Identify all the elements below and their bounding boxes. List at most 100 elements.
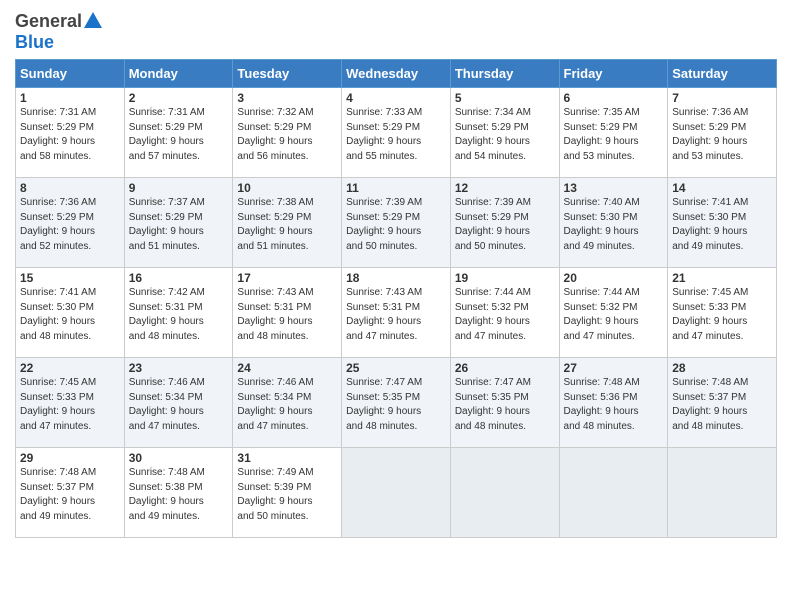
day-number: 1 [20, 91, 120, 105]
day-info: Sunrise: 7:41 AMSunset: 5:30 PMDaylight:… [20, 286, 120, 344]
day-info: Sunrise: 7:42 AMSunset: 5:31 PMDaylight:… [129, 286, 229, 344]
calendar-cell: 26Sunrise: 7:47 AMSunset: 5:35 PMDayligh… [450, 358, 559, 448]
day-info: Sunrise: 7:31 AMSunset: 5:29 PMDaylight:… [129, 106, 229, 164]
calendar-table: SundayMondayTuesdayWednesdayThursdayFrid… [15, 59, 777, 538]
calendar-body: 1Sunrise: 7:31 AMSunset: 5:29 PMDaylight… [16, 88, 777, 538]
calendar-cell: 6Sunrise: 7:35 AMSunset: 5:29 PMDaylight… [559, 88, 668, 178]
calendar-cell: 16Sunrise: 7:42 AMSunset: 5:31 PMDayligh… [124, 268, 233, 358]
day-number: 4 [346, 91, 446, 105]
day-info: Sunrise: 7:43 AMSunset: 5:31 PMDaylight:… [346, 286, 446, 344]
day-info: Sunrise: 7:35 AMSunset: 5:29 PMDaylight:… [564, 106, 664, 164]
day-info: Sunrise: 7:45 AMSunset: 5:33 PMDaylight:… [672, 286, 772, 344]
day-number: 29 [20, 451, 120, 465]
calendar-cell [450, 448, 559, 538]
header: General Blue [15, 10, 777, 53]
day-info: Sunrise: 7:33 AMSunset: 5:29 PMDaylight:… [346, 106, 446, 164]
day-info: Sunrise: 7:36 AMSunset: 5:29 PMDaylight:… [672, 106, 772, 164]
day-number: 14 [672, 181, 772, 195]
calendar-cell [342, 448, 451, 538]
day-info: Sunrise: 7:34 AMSunset: 5:29 PMDaylight:… [455, 106, 555, 164]
calendar-cell: 8Sunrise: 7:36 AMSunset: 5:29 PMDaylight… [16, 178, 125, 268]
day-info: Sunrise: 7:48 AMSunset: 5:36 PMDaylight:… [564, 376, 664, 434]
day-info: Sunrise: 7:47 AMSunset: 5:35 PMDaylight:… [455, 376, 555, 434]
day-number: 8 [20, 181, 120, 195]
day-number: 15 [20, 271, 120, 285]
calendar-cell [668, 448, 777, 538]
weekday-header-row: SundayMondayTuesdayWednesdayThursdayFrid… [16, 60, 777, 88]
calendar-cell: 28Sunrise: 7:48 AMSunset: 5:37 PMDayligh… [668, 358, 777, 448]
day-info: Sunrise: 7:46 AMSunset: 5:34 PMDaylight:… [237, 376, 337, 434]
day-info: Sunrise: 7:47 AMSunset: 5:35 PMDaylight:… [346, 376, 446, 434]
calendar-cell: 25Sunrise: 7:47 AMSunset: 5:35 PMDayligh… [342, 358, 451, 448]
day-info: Sunrise: 7:40 AMSunset: 5:30 PMDaylight:… [564, 196, 664, 254]
calendar-cell: 4Sunrise: 7:33 AMSunset: 5:29 PMDaylight… [342, 88, 451, 178]
calendar-week-1: 1Sunrise: 7:31 AMSunset: 5:29 PMDaylight… [16, 88, 777, 178]
calendar-cell: 12Sunrise: 7:39 AMSunset: 5:29 PMDayligh… [450, 178, 559, 268]
day-number: 6 [564, 91, 664, 105]
day-number: 19 [455, 271, 555, 285]
day-number: 18 [346, 271, 446, 285]
logo-arrow-icon [82, 10, 104, 32]
calendar-cell: 3Sunrise: 7:32 AMSunset: 5:29 PMDaylight… [233, 88, 342, 178]
day-number: 5 [455, 91, 555, 105]
weekday-header-saturday: Saturday [668, 60, 777, 88]
day-number: 7 [672, 91, 772, 105]
calendar-cell: 29Sunrise: 7:48 AMSunset: 5:37 PMDayligh… [16, 448, 125, 538]
day-number: 30 [129, 451, 229, 465]
calendar-cell: 14Sunrise: 7:41 AMSunset: 5:30 PMDayligh… [668, 178, 777, 268]
weekday-header-sunday: Sunday [16, 60, 125, 88]
calendar-week-2: 8Sunrise: 7:36 AMSunset: 5:29 PMDaylight… [16, 178, 777, 268]
page: General Blue SundayMondayTuesdayWednesda… [0, 0, 792, 612]
day-info: Sunrise: 7:43 AMSunset: 5:31 PMDaylight:… [237, 286, 337, 344]
day-info: Sunrise: 7:39 AMSunset: 5:29 PMDaylight:… [346, 196, 446, 254]
weekday-header-thursday: Thursday [450, 60, 559, 88]
day-info: Sunrise: 7:46 AMSunset: 5:34 PMDaylight:… [129, 376, 229, 434]
calendar-cell: 24Sunrise: 7:46 AMSunset: 5:34 PMDayligh… [233, 358, 342, 448]
logo: General Blue [15, 10, 104, 53]
calendar-week-4: 22Sunrise: 7:45 AMSunset: 5:33 PMDayligh… [16, 358, 777, 448]
day-info: Sunrise: 7:37 AMSunset: 5:29 PMDaylight:… [129, 196, 229, 254]
weekday-header-wednesday: Wednesday [342, 60, 451, 88]
day-info: Sunrise: 7:48 AMSunset: 5:37 PMDaylight:… [672, 376, 772, 434]
day-info: Sunrise: 7:49 AMSunset: 5:39 PMDaylight:… [237, 466, 337, 524]
calendar-week-5: 29Sunrise: 7:48 AMSunset: 5:37 PMDayligh… [16, 448, 777, 538]
calendar-cell: 18Sunrise: 7:43 AMSunset: 5:31 PMDayligh… [342, 268, 451, 358]
day-number: 21 [672, 271, 772, 285]
calendar-cell: 17Sunrise: 7:43 AMSunset: 5:31 PMDayligh… [233, 268, 342, 358]
calendar-cell: 13Sunrise: 7:40 AMSunset: 5:30 PMDayligh… [559, 178, 668, 268]
calendar-cell [559, 448, 668, 538]
calendar-week-3: 15Sunrise: 7:41 AMSunset: 5:30 PMDayligh… [16, 268, 777, 358]
day-info: Sunrise: 7:44 AMSunset: 5:32 PMDaylight:… [564, 286, 664, 344]
day-number: 2 [129, 91, 229, 105]
day-number: 16 [129, 271, 229, 285]
day-number: 23 [129, 361, 229, 375]
day-number: 3 [237, 91, 337, 105]
day-number: 22 [20, 361, 120, 375]
calendar-cell: 21Sunrise: 7:45 AMSunset: 5:33 PMDayligh… [668, 268, 777, 358]
day-info: Sunrise: 7:36 AMSunset: 5:29 PMDaylight:… [20, 196, 120, 254]
day-number: 31 [237, 451, 337, 465]
calendar-cell: 1Sunrise: 7:31 AMSunset: 5:29 PMDaylight… [16, 88, 125, 178]
weekday-header-monday: Monday [124, 60, 233, 88]
calendar-cell: 15Sunrise: 7:41 AMSunset: 5:30 PMDayligh… [16, 268, 125, 358]
weekday-header-tuesday: Tuesday [233, 60, 342, 88]
weekday-header-friday: Friday [559, 60, 668, 88]
logo-general-text: General [15, 11, 82, 32]
day-number: 11 [346, 181, 446, 195]
day-info: Sunrise: 7:38 AMSunset: 5:29 PMDaylight:… [237, 196, 337, 254]
day-info: Sunrise: 7:31 AMSunset: 5:29 PMDaylight:… [20, 106, 120, 164]
day-number: 20 [564, 271, 664, 285]
day-number: 27 [564, 361, 664, 375]
logo-blue-text: Blue [15, 32, 54, 53]
calendar-cell: 27Sunrise: 7:48 AMSunset: 5:36 PMDayligh… [559, 358, 668, 448]
day-number: 9 [129, 181, 229, 195]
day-info: Sunrise: 7:48 AMSunset: 5:37 PMDaylight:… [20, 466, 120, 524]
day-number: 24 [237, 361, 337, 375]
calendar-cell: 19Sunrise: 7:44 AMSunset: 5:32 PMDayligh… [450, 268, 559, 358]
day-info: Sunrise: 7:45 AMSunset: 5:33 PMDaylight:… [20, 376, 120, 434]
calendar-cell: 5Sunrise: 7:34 AMSunset: 5:29 PMDaylight… [450, 88, 559, 178]
calendar-header: SundayMondayTuesdayWednesdayThursdayFrid… [16, 60, 777, 88]
day-number: 25 [346, 361, 446, 375]
calendar-cell: 9Sunrise: 7:37 AMSunset: 5:29 PMDaylight… [124, 178, 233, 268]
calendar-cell: 2Sunrise: 7:31 AMSunset: 5:29 PMDaylight… [124, 88, 233, 178]
